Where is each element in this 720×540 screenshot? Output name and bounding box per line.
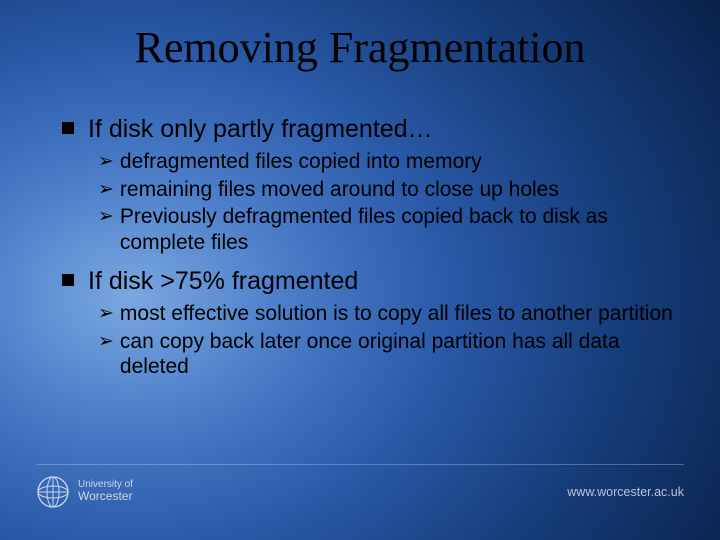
slide-title: Removing Fragmentation [0,22,720,73]
slide-footer: University of Worcester www.worcester.ac… [36,464,684,512]
square-bullet-icon [62,274,74,286]
slide-content: If disk only partly fragmented… ➢ defrag… [62,108,680,390]
arrow-bullet-icon: ➢ [98,178,114,201]
globe-logo-icon [36,475,70,509]
square-bullet-icon [62,122,74,134]
university-brand: University of Worcester [36,475,133,509]
arrow-bullet-icon: ➢ [98,302,114,325]
bullet-level1: If disk only partly fragmented… [62,114,680,145]
bullet-level2: ➢ defragmented files copied into memory [98,149,680,175]
arrow-bullet-icon: ➢ [98,330,114,353]
university-name: University of Worcester [78,479,133,503]
bullet-text: If disk only partly fragmented… [88,114,433,145]
sub-bullet-text: most effective solution is to copy all f… [120,301,673,327]
bullet-level2: ➢ most effective solution is to copy all… [98,301,680,327]
sub-bullet-text: Previously defragmented files copied bac… [120,204,680,255]
sub-bullet-group: ➢ defragmented files copied into memory … [98,149,680,255]
arrow-bullet-icon: ➢ [98,150,114,173]
bullet-text: If disk >75% fragmented [88,266,358,297]
footer-url: www.worcester.ac.uk [567,485,684,499]
bullet-level2: ➢ remaining files moved around to close … [98,177,680,203]
university-worcester-label: Worcester [78,490,133,503]
sub-bullet-text: defragmented files copied into memory [120,149,482,175]
arrow-bullet-icon: ➢ [98,205,114,228]
sub-bullet-text: can copy back later once original partit… [120,329,680,380]
bullet-level1: If disk >75% fragmented [62,266,680,297]
sub-bullet-group: ➢ most effective solution is to copy all… [98,301,680,380]
bullet-level2: ➢ Previously defragmented files copied b… [98,204,680,255]
sub-bullet-text: remaining files moved around to close up… [120,177,559,203]
bullet-level2: ➢ can copy back later once original part… [98,329,680,380]
